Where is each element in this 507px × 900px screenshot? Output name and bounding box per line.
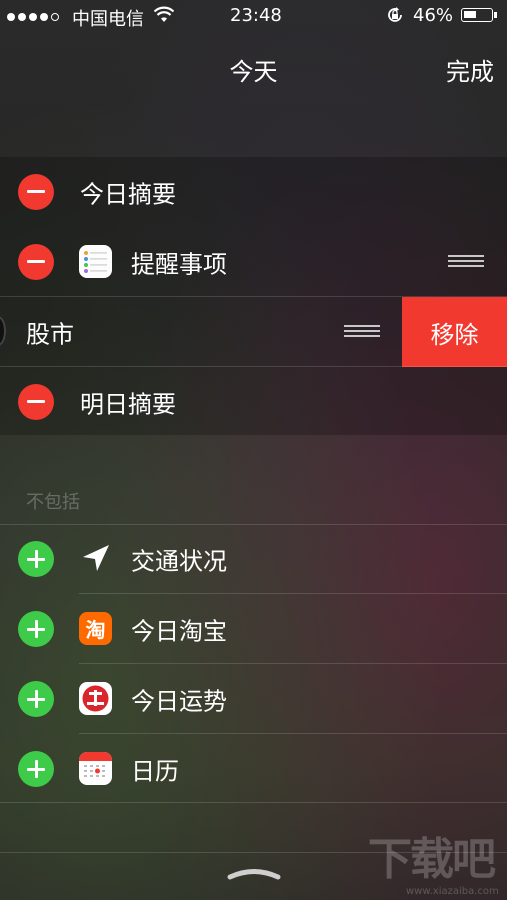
remove-circle-button[interactable] [18, 384, 54, 420]
list-item-label: 股市 [26, 320, 74, 349]
section-header-excluded: 不包括 [26, 492, 80, 513]
reminders-app-icon [79, 245, 112, 278]
signal-strength-icon [7, 13, 59, 21]
list-item-label: 明日摘要 [80, 390, 176, 419]
watermark-url: www.xiazaiba.com [406, 886, 499, 897]
add-circle-button[interactable] [18, 611, 54, 647]
battery-icon [461, 8, 497, 22]
reorder-handle-icon[interactable] [344, 325, 380, 339]
list-item-label: 日历 [131, 757, 179, 786]
list-item-reminders: 提醒事项 [0, 227, 507, 297]
list-item-traffic: 交通状况 [0, 524, 507, 594]
list-item-label: 今日淘宝 [131, 617, 227, 646]
wifi-icon [154, 6, 174, 22]
list-item-label: 今日运势 [131, 687, 227, 716]
add-circle-button[interactable] [18, 541, 54, 577]
add-circle-button[interactable] [18, 681, 54, 717]
list-item-tomorrow-summary: 明日摘要 [0, 367, 507, 437]
included-widgets-list: 今日摘要 提醒事项 股市 移除 明日摘要 [0, 157, 507, 435]
list-item-label: 今日摘要 [80, 180, 176, 209]
calendar-app-icon [79, 752, 112, 785]
add-circle-button[interactable] [18, 751, 54, 787]
remove-circle-button[interactable] [18, 174, 54, 210]
done-button[interactable]: 完成 [446, 52, 494, 87]
list-item-stocks: 股市 移除 [0, 297, 507, 367]
carrier-name: 中国电信 [72, 9, 144, 30]
watermark-logo: 下载吧 www.xiazaiba.com [368, 834, 499, 898]
reorder-handle-icon[interactable] [448, 255, 484, 269]
list-item-today-summary: 今日摘要 [0, 157, 507, 227]
list-item-calendar: 日历 [0, 734, 507, 804]
clock: 23:48 [230, 5, 282, 26]
remove-circle-button[interactable] [18, 244, 54, 280]
pull-up-grabber-icon[interactable] [227, 866, 281, 882]
battery-percent: 46% [413, 5, 454, 26]
remove-button[interactable]: 移除 [402, 297, 507, 367]
fortune-app-icon [79, 682, 112, 715]
list-item-taobao: 淘 今日淘宝 [0, 594, 507, 664]
list-item-fortune: 今日运势 [0, 664, 507, 734]
rotation-lock-icon [388, 7, 402, 22]
list-item-label: 提醒事项 [131, 250, 227, 279]
status-bar: 中国电信 23:48 46% [0, 0, 507, 32]
taobao-app-icon: 淘 [79, 612, 112, 645]
list-item-label: 交通状况 [131, 547, 227, 576]
page-title: 今天 [229, 58, 278, 86]
location-arrow-icon [83, 545, 109, 571]
divider [0, 802, 507, 803]
